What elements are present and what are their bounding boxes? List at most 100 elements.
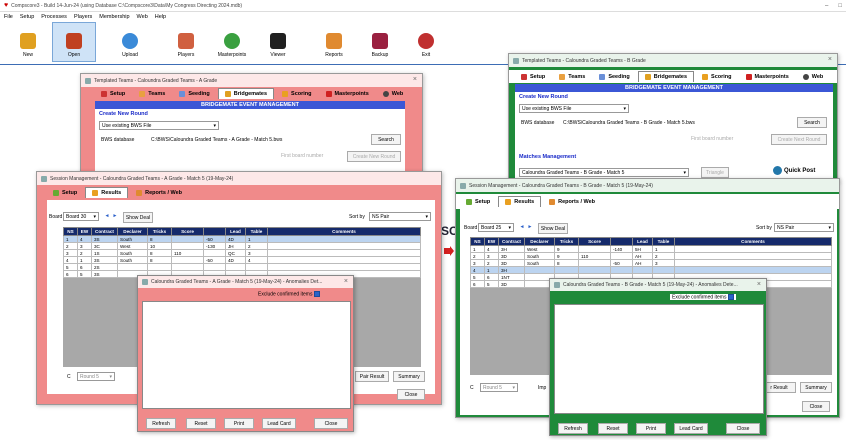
- tab-setup[interactable]: Setup: [515, 72, 551, 82]
- sort-by-select[interactable]: NS Pair ▾: [774, 223, 834, 232]
- board-select[interactable]: Board 25 ▾: [478, 223, 514, 232]
- close-icon[interactable]: ×: [344, 278, 348, 285]
- previous-board-button[interactable]: ◄: [103, 212, 111, 220]
- tab-teams[interactable]: Teams: [133, 89, 171, 99]
- menu-help[interactable]: Help: [155, 14, 166, 20]
- tab-seeding[interactable]: Seeding: [593, 72, 635, 82]
- table-row[interactable]: 5 6 2S: [63, 263, 421, 271]
- bws-database-label: BWS database: [101, 137, 135, 143]
- tab-results[interactable]: Results: [498, 196, 542, 207]
- toolbar-players-button[interactable]: Players: [164, 22, 208, 62]
- close-button[interactable]: Close: [314, 418, 348, 429]
- reset-button[interactable]: Reset: [598, 423, 628, 434]
- print-button[interactable]: Print: [224, 418, 254, 429]
- tab-setup[interactable]: Setup: [47, 188, 83, 198]
- bws-source-select[interactable]: Use existing BWS File ▾: [99, 121, 219, 130]
- menu-file[interactable]: File: [4, 14, 13, 20]
- toolbar-reports-button[interactable]: Reports: [312, 22, 356, 62]
- create-new-round-button[interactable]: Create New Round: [347, 151, 401, 162]
- sort-by-select[interactable]: NS Pair ▾: [369, 212, 431, 221]
- show-deal-button[interactable]: Show Deal: [123, 212, 153, 223]
- tab-web[interactable]: Web: [797, 72, 830, 82]
- summary-button[interactable]: Summary: [393, 371, 425, 382]
- tab-seeding[interactable]: Seeding: [173, 89, 215, 99]
- search-button[interactable]: Search: [797, 117, 827, 128]
- next-board-button[interactable]: ►: [526, 223, 534, 231]
- round-select[interactable]: Round 5 ▾: [480, 383, 518, 392]
- refresh-button[interactable]: Refresh: [558, 423, 588, 434]
- exclude-confirmed-toggle[interactable]: Exclude confirmed items: [258, 291, 321, 297]
- menu-web[interactable]: Web: [137, 14, 148, 20]
- tab-scoring[interactable]: Scoring: [696, 72, 737, 82]
- next-board-button[interactable]: ►: [111, 212, 119, 220]
- tab-teams[interactable]: Teams: [553, 72, 591, 82]
- show-deal-button[interactable]: Show Deal: [538, 223, 568, 234]
- table-row[interactable]: 3 2 3D South 8 -50 AH 3: [470, 259, 832, 267]
- previous-board-button[interactable]: ◄: [518, 223, 526, 231]
- toolbar-exit-button[interactable]: Exit: [404, 22, 448, 62]
- table-row[interactable]: 1 4 3H West 9 -140 5H 1: [470, 245, 832, 253]
- window-title-bar: Session Management - Caloundra Graded Te…: [37, 172, 441, 185]
- teams-icon: [139, 90, 146, 97]
- reset-button[interactable]: Reset: [186, 418, 216, 429]
- refresh-button[interactable]: Refresh: [146, 418, 176, 429]
- toolbar-viewer-button[interactable]: Viewer: [256, 22, 300, 62]
- tab-bridgemates[interactable]: Bridgemates: [637, 71, 695, 82]
- close-button[interactable]: Close: [397, 389, 425, 400]
- lead-card-button[interactable]: Lead Card: [262, 418, 296, 429]
- print-button[interactable]: Print: [636, 423, 666, 434]
- toolbar-masterpoints-button[interactable]: Masterpoints: [210, 22, 254, 62]
- create-next-round-button[interactable]: Create Next Round: [771, 134, 827, 145]
- round-select[interactable]: Round 5 ▾: [77, 372, 115, 381]
- toolbar-backup-button[interactable]: Backup: [358, 22, 402, 62]
- menu-membership[interactable]: Membership: [99, 14, 129, 20]
- quick-post-button[interactable]: Quick Post: [773, 166, 815, 175]
- session-tabs: Setup Results Reports / Web: [37, 185, 441, 200]
- menu-setup[interactable]: Setup: [20, 14, 34, 20]
- lead-card-button[interactable]: Lead Card: [674, 423, 708, 434]
- toolbar-new-button[interactable]: New: [6, 22, 50, 62]
- close-button[interactable]: Close: [726, 423, 760, 434]
- table-row[interactable]: 1 4 3S South 8 -50 4D 1: [63, 235, 421, 243]
- checkbox-checked-icon[interactable]: [728, 294, 735, 300]
- upload-cloud-icon: [122, 33, 138, 49]
- close-icon[interactable]: ×: [757, 281, 761, 288]
- minimize-button[interactable]: –: [825, 3, 828, 9]
- table-row[interactable]: 2 3 3D South 9 110 AH 2: [470, 252, 832, 260]
- toolbar-open-button[interactable]: Open: [52, 22, 96, 62]
- checkbox-checked-icon[interactable]: [314, 291, 321, 297]
- tab-masterpoints[interactable]: Masterpoints: [740, 72, 795, 82]
- tab-reports-web[interactable]: Reports / Web: [130, 188, 188, 198]
- maximize-button[interactable]: □: [838, 3, 842, 9]
- summary-button[interactable]: Summary: [800, 382, 832, 393]
- table-row[interactable]: 2 3 3C West 10 -130 JH 2: [63, 242, 421, 250]
- pair-result-button[interactable]: Pair Result: [355, 371, 389, 382]
- pair-result-button[interactable]: r Result: [762, 382, 796, 393]
- close-icon[interactable]: ×: [413, 76, 417, 83]
- board-select[interactable]: Board 30 ▾: [63, 212, 99, 221]
- match-select[interactable]: Caloundra Graded Teams - B Grade - Match…: [519, 168, 689, 177]
- table-row[interactable]: 3 2 1S South 8 110 QC 3: [63, 249, 421, 257]
- bws-source-select[interactable]: Use existing BWS File ▾: [519, 104, 629, 113]
- menu-processes[interactable]: Processes: [41, 14, 67, 20]
- imp-label-partial: Imp: [538, 385, 547, 391]
- toolbar-upload-button[interactable]: Upload: [108, 22, 152, 62]
- menu-players[interactable]: Players: [74, 14, 92, 20]
- triangle-button[interactable]: Triangle: [701, 167, 729, 178]
- tab-setup[interactable]: Setup: [95, 89, 131, 99]
- tab-masterpoints[interactable]: Masterpoints: [320, 89, 375, 99]
- tab-scoring[interactable]: Scoring: [276, 89, 317, 99]
- bws-database-path: C:\BWS\Caloundra Graded Teams - A Grade …: [151, 137, 283, 143]
- tab-web[interactable]: Web: [377, 89, 410, 99]
- exclude-confirmed-toggle[interactable]: Exclude confirmed items: [670, 294, 737, 301]
- gear-icon: [521, 73, 527, 80]
- tab-reports-web[interactable]: Reports / Web: [543, 197, 601, 207]
- search-button[interactable]: Search: [371, 134, 401, 145]
- tab-setup[interactable]: Setup: [460, 197, 496, 207]
- table-row[interactable]: 4 1 3S South 8 -50 4D 4: [63, 256, 421, 264]
- tab-results[interactable]: Results: [85, 187, 129, 198]
- close-icon[interactable]: ×: [828, 56, 832, 63]
- close-button[interactable]: Close: [802, 401, 830, 412]
- table-row[interactable]: 4 1 3H: [470, 266, 832, 274]
- tab-bridgemates[interactable]: Bridgemates: [217, 88, 275, 99]
